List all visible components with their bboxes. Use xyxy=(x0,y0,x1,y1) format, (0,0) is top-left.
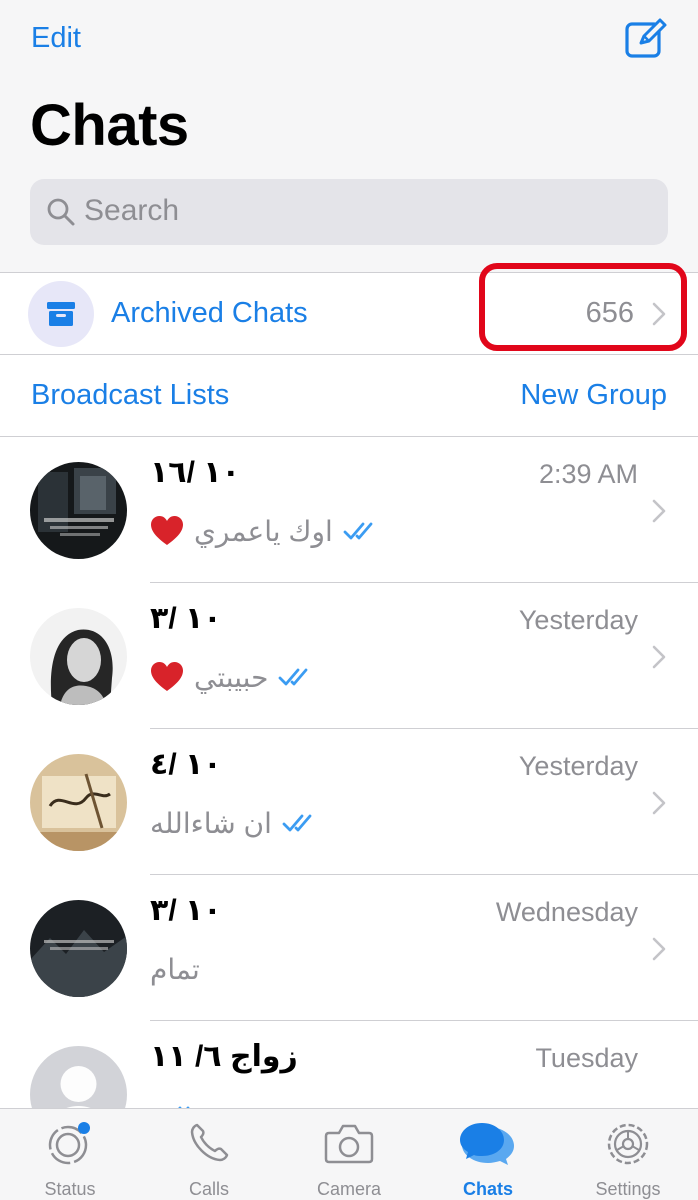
phone-icon xyxy=(190,1123,229,1162)
chevron-right-icon xyxy=(652,791,666,815)
gear-icon xyxy=(607,1123,649,1165)
chats-icon xyxy=(460,1123,514,1165)
tab-chats[interactable]: Chats xyxy=(418,1109,558,1200)
chat-preview: حبيبتي xyxy=(150,657,314,697)
chat-time: Tuesday xyxy=(535,1043,638,1073)
avatar xyxy=(30,754,127,851)
red-heart-icon xyxy=(151,662,183,691)
compose-icon[interactable] xyxy=(624,16,668,60)
chevron-right-icon xyxy=(652,937,666,961)
archive-icon xyxy=(28,281,94,347)
read-ticks-icon xyxy=(282,814,312,832)
avatar xyxy=(30,608,127,705)
avatar xyxy=(30,900,127,997)
tab-calls-label: Calls xyxy=(188,1179,229,1199)
chat-preview: تمام xyxy=(150,949,200,989)
chevron-right-icon xyxy=(652,499,666,523)
search-placeholder: Search xyxy=(84,194,180,227)
tab-status[interactable]: Status xyxy=(0,1109,140,1200)
chat-name: ١٠ /٤ xyxy=(150,748,222,781)
search-field[interactable]: Search xyxy=(30,179,668,245)
status-icon xyxy=(48,1122,90,1165)
tab-settings[interactable]: Settings xyxy=(558,1109,698,1200)
chat-time: 2:39 AM xyxy=(538,459,638,489)
chat-time: Wednesday xyxy=(495,897,638,927)
camera-icon xyxy=(324,1124,374,1164)
chat-name: ١٠ /٣ xyxy=(150,894,222,927)
tab-chats-label: Chats xyxy=(462,1179,513,1199)
navigation-header: Edit Chats Search xyxy=(0,0,698,272)
read-ticks-icon xyxy=(279,668,308,686)
tab-camera-label: Camera xyxy=(316,1179,382,1199)
chat-name: ١٠ /٣ xyxy=(150,602,222,635)
highlight-annotation xyxy=(479,263,687,351)
chat-name: زواج ٦/ ١١ xyxy=(150,1040,298,1073)
avatar xyxy=(30,462,127,559)
tab-status-label: Status xyxy=(44,1179,96,1199)
broadcast-lists-link[interactable]: Broadcast Lists xyxy=(31,379,229,412)
search-icon xyxy=(47,198,75,226)
chat-row[interactable]: ١٠ /١٦ 2:39 AM اوك ياعمري xyxy=(0,437,698,583)
read-ticks-icon xyxy=(343,522,373,540)
tab-calls[interactable]: Calls xyxy=(139,1109,279,1200)
tab-settings-label: Settings xyxy=(595,1179,661,1199)
chat-time: Yesterday xyxy=(518,751,638,781)
chat-row[interactable]: ١٠ /٤ Yesterday ان شاءالله xyxy=(0,729,698,875)
chat-message: تمام xyxy=(150,953,200,985)
chat-preview: اوك ياعمري xyxy=(150,511,379,551)
chat-row[interactable]: ١٠ /٣ Wednesday تمام xyxy=(0,875,698,1021)
chat-time: Yesterday xyxy=(518,605,638,635)
red-heart-icon xyxy=(151,516,183,545)
chat-message: اوك ياعمري xyxy=(194,515,333,547)
new-group-link[interactable]: New Group xyxy=(520,379,667,412)
chat-name: ١٠ /١٦ xyxy=(150,456,240,489)
tab-bar: Status Calls Camera Chats Settings xyxy=(0,1108,698,1200)
tab-camera[interactable]: Camera xyxy=(279,1109,419,1200)
page-title: Chats xyxy=(30,93,189,158)
edit-button[interactable]: Edit xyxy=(31,22,81,55)
archived-chats-label: Archived Chats xyxy=(111,297,308,329)
chevron-right-icon xyxy=(652,645,666,669)
chat-message: ان شاءالله xyxy=(150,807,272,839)
chat-row[interactable]: ١٠ /٣ Yesterday حبيبتي xyxy=(0,583,698,729)
chat-message: حبيبتي xyxy=(194,661,269,693)
chat-preview: ان شاءالله xyxy=(150,803,318,843)
list-actions-row: Broadcast Lists New Group xyxy=(0,355,698,436)
